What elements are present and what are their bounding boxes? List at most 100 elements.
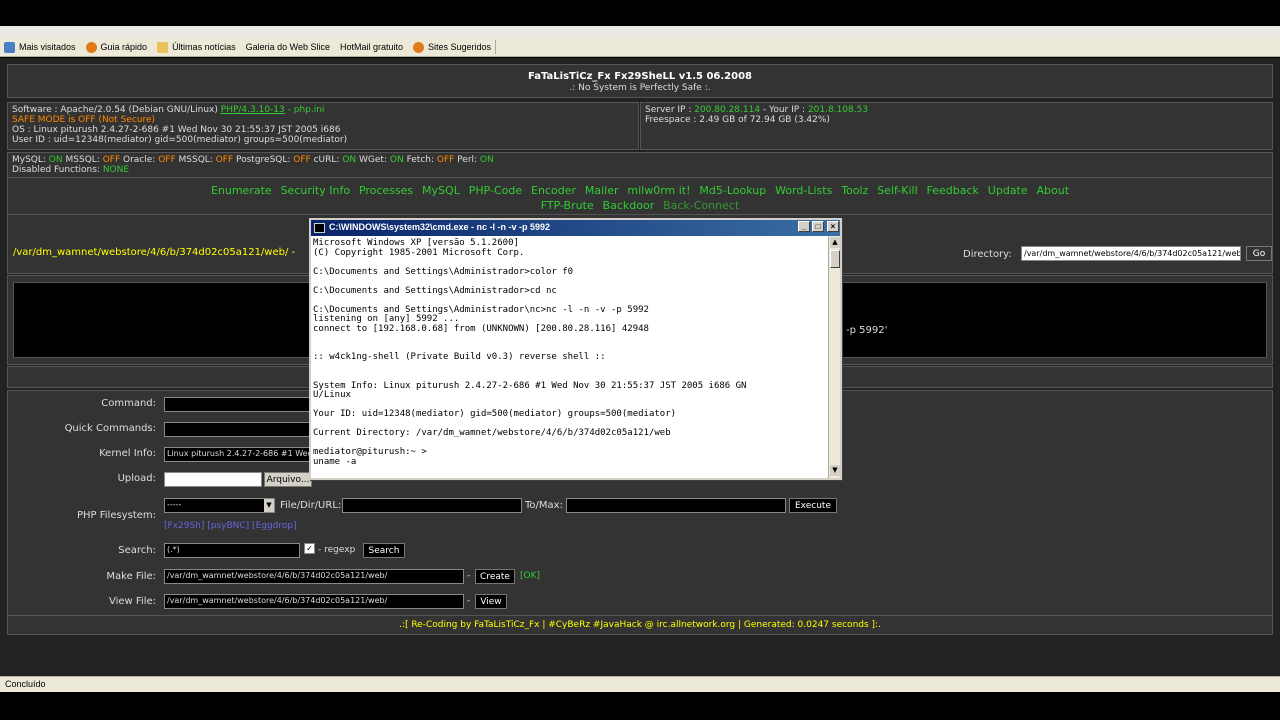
quick-commands-select[interactable] [164,422,312,437]
nav-milw0rm[interactable]: milw0rm it! [627,184,690,197]
status-bar: Concluído [0,676,1280,692]
search-input[interactable]: (.*) [164,543,300,558]
view-file-label: View File: [108,596,156,607]
to-max-input[interactable] [566,498,786,513]
firefox-icon [85,41,97,53]
cmd-icon [314,223,325,233]
server-ip: 200.80.28.114 [694,105,761,115]
search-label: Search: [118,545,156,556]
view-button[interactable]: View [475,594,507,609]
server-info-left: Software : Apache/2.0.54 (Debian GNU/Lin… [7,102,639,150]
nav-backdoor[interactable]: Backdoor [603,199,655,212]
make-file-label: Make File: [106,571,156,582]
command-label: Command: [101,398,156,409]
dash: - [467,571,471,581]
cmd-scrollbar[interactable]: ▲ ▼ [828,236,840,478]
chevron-down-icon[interactable]: ▼ [264,499,274,512]
nav-ftp-brute[interactable]: FTP-Brute [541,199,594,212]
rss-folder-icon [157,41,169,53]
shell-title: FaTaLisTiCz_Fx Fx29SheLL v1.5 06.2008 [528,71,752,82]
bookmark-guia-rapido[interactable]: Guia rápido [85,41,147,53]
nav-feedback[interactable]: Feedback [927,184,979,197]
go-button[interactable]: Go [1246,246,1272,261]
nav-self-kill[interactable]: Self-Kill [877,184,917,197]
bookmark-galeria-web-slice[interactable]: Galeria do Web Slice [0,42,330,107]
php-filesystem-label: PHP Filesystem: [76,510,156,521]
upload-file-input[interactable] [164,472,262,487]
bookmark-ultimas-noticias[interactable]: Últimas notícias [157,41,236,53]
regexp-label: - regexp [318,545,356,555]
cmd-titlebar[interactable]: C:\WINDOWS\system32\cmd.exe - nc -l -n -… [311,220,840,236]
upload-label: Upload: [117,473,156,484]
nav-about[interactable]: About [1037,184,1070,197]
safe-mode-status: SAFE MODE is OFF (Not Secure) [12,115,156,125]
kernel-info-field[interactable]: Linux piturush 2.4.27-2-686 #1 Wed [164,447,312,462]
bookmark-icon [4,41,15,53]
nav-mysql[interactable]: MySQL [422,184,460,197]
nav-security-info[interactable]: Security Info [281,184,351,197]
bottom-black [0,692,1280,720]
shell-header: FaTaLisTiCz_Fx Fx29SheLL v1.5 06.2008 .:… [7,64,1273,98]
main-nav: Enumerate Security Info Processes MySQL … [7,178,1273,214]
scroll-down-icon[interactable]: ▼ [830,465,840,476]
browser-top [0,0,1280,38]
php-version-link[interactable]: PHP/4.3.10-13 [221,105,285,115]
nav-back-connect[interactable]: Back-Connect [663,199,739,212]
shell-subtitle: .: No System is Perfectly Safe :. [569,83,711,93]
bookmark-sites-sugeridos[interactable]: Sites Sugeridos [413,40,497,54]
divider [495,40,497,54]
minimize-icon[interactable]: _ [798,221,810,232]
directory-label: Directory: [963,249,1012,260]
bookmark-hotmail[interactable]: HotMail gratuito [0,42,403,107]
current-path[interactable]: /var/dm_wamnet/webstore/4/6/b/374d02c05a… [13,247,295,258]
view-file-input[interactable]: /var/dm_wamnet/webstore/4/6/b/374d02c05a… [164,594,464,609]
filesystem-action-select[interactable]: ----- [164,498,275,513]
disabled-functions: NONE [102,165,130,175]
nav-processes[interactable]: Processes [359,184,413,197]
rss-icon [413,41,424,53]
nav-md5-lookup[interactable]: Md5-Lookup [699,184,766,197]
nav-encoder[interactable]: Encoder [531,184,576,197]
freespace-info: Freespace : 2.49 GB of 72.94 GB (3.42%) [645,115,830,125]
php-ini-link[interactable]: php.ini [294,105,325,115]
modules-info: MySQL: ON MSSQL: OFF Oracle: OFF MSSQL: … [7,152,1273,178]
execute-button[interactable]: Execute [789,498,837,513]
close-icon[interactable]: × [827,221,839,232]
your-ip: 201.8.108.53 [807,105,869,115]
script-links[interactable]: [Fx29Sh] [psyBNC] [Eggdrop] [164,521,297,531]
regexp-checkbox[interactable]: ✓ [304,543,315,554]
scroll-thumb[interactable] [830,250,840,268]
nav-toolz[interactable]: Toolz [841,184,868,197]
nav-word-lists[interactable]: Word-Lists [775,184,832,197]
kernel-info-label: Kernel Info: [99,448,156,459]
nav-mailer[interactable]: Mailer [585,184,619,197]
browse-button[interactable]: Arquivo... [264,472,312,487]
scroll-up-icon[interactable]: ▲ [830,237,840,248]
file-dir-url-label: File/Dir/URL: [280,500,342,511]
nav-php-code[interactable]: PHP-Code [469,184,522,197]
directory-input[interactable]: /var/dm_wamnet/webstore/4/6/b/374d02c05a… [1021,246,1241,261]
command-input[interactable] [164,397,312,412]
make-file-input[interactable]: /var/dm_wamnet/webstore/4/6/b/374d02c05a… [164,569,464,584]
bookmark-mais-visitados[interactable]: Mais visitados [4,41,76,53]
browser-toolbar-strip [0,26,1280,38]
quick-commands-label: Quick Commands: [64,423,156,434]
output-text: -p 5992' [846,325,888,336]
create-button[interactable]: Create [475,569,515,584]
footer: .:[ Re-Coding by FaTaLisTiCz_Fx | #CyBeR… [7,615,1273,635]
search-button[interactable]: Search [363,543,405,558]
to-max-label: To/Max: [525,500,563,511]
user-info: User ID : uid=12348(mediator) gid=500(me… [12,135,348,145]
maximize-icon[interactable]: □ [812,221,824,232]
nav-enumerate[interactable]: Enumerate [211,184,272,197]
cmd-window[interactable]: C:\WINDOWS\system32\cmd.exe - nc -l -n -… [309,218,842,480]
server-info-right: Server IP : 200.80.28.114 - Your IP : 20… [640,102,1273,150]
cmd-console[interactable]: Microsoft Windows XP [versão 5.1.2600] (… [311,236,828,478]
create-status: [OK] [520,571,541,581]
dash: - [467,596,471,606]
file-dir-url-input[interactable] [342,498,522,513]
cmd-title: C:\WINDOWS\system32\cmd.exe - nc -l -n -… [329,222,551,232]
os-info: OS : Linux piturush 2.4.27-2-686 #1 Wed … [12,125,341,135]
bookmarks-bar: Mais visitados Guia rápido Últimas notíc… [0,38,1280,107]
nav-update[interactable]: Update [988,184,1028,197]
